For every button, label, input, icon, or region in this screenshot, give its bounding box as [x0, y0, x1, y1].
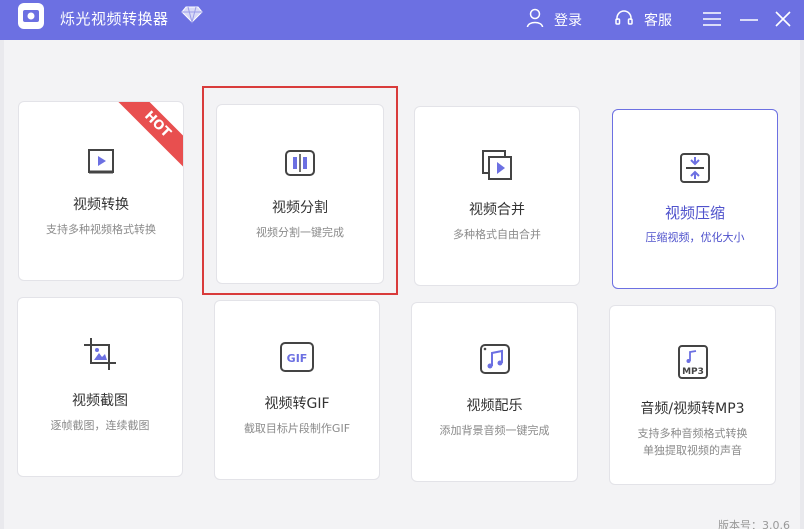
card-subtitle: 支持多种视频格式转换 [46, 223, 156, 236]
card-video-screenshot[interactable]: 视频截图 逐帧截图，连续截图 [17, 297, 183, 477]
minimize-icon[interactable] [739, 10, 759, 32]
crop-image-icon [80, 334, 120, 374]
merge-icon [477, 145, 517, 185]
card-subtitle: 截取目标片段制作GIF [243, 422, 351, 435]
card-subtitle: 多种格式自由合并 [453, 228, 541, 241]
app-logo [18, 3, 44, 29]
selection-highlight [202, 86, 398, 295]
mp3-icon: MP3 [673, 342, 713, 382]
svg-text:MP3: MP3 [682, 367, 704, 377]
service-label: 客服 [644, 13, 672, 29]
card-title: 视频转换 [73, 197, 129, 213]
menu-icon[interactable] [702, 10, 722, 32]
card-title: 视频配乐 [466, 398, 523, 414]
card-to-mp3[interactable]: MP3 音频/视频转MP3 支持多种音频格式转换 单独提取视频的声音 [609, 305, 776, 485]
svg-text:GIF: GIF [287, 352, 308, 365]
diamond-icon[interactable] [180, 4, 204, 28]
card-subtitle: 支持多种音频格式转换 [637, 427, 748, 440]
close-icon[interactable] [774, 10, 792, 32]
music-note-icon [475, 339, 515, 379]
card-subtitle: 压缩视频，优化大小 [645, 231, 745, 244]
card-video-music[interactable]: 视频配乐 添加背景音频一键完成 [411, 302, 578, 482]
login-label: 登录 [554, 13, 582, 29]
card-subtitle-2: 单独提取视频的声音 [643, 444, 742, 457]
app-title: 烁光视频转换器 [60, 10, 169, 28]
card-title: 视频压缩 [664, 204, 725, 222]
card-video-merge[interactable]: 视频合并 多种格式自由合并 [414, 106, 580, 286]
card-title: 视频转GIF [264, 396, 330, 412]
card-title: 视频合并 [469, 202, 525, 218]
version-label: 版本号：3.0.6 [718, 519, 790, 529]
card-video-to-gif[interactable]: GIF 视频转GIF 截取目标片段制作GIF [214, 300, 380, 480]
compress-icon [675, 148, 715, 188]
login-button[interactable]: 登录 [526, 8, 582, 32]
headset-icon [614, 8, 634, 32]
hot-badge: HOT [115, 102, 183, 167]
card-subtitle: 添加背景音频一键完成 [439, 424, 550, 437]
video-play-icon [81, 140, 121, 180]
card-video-compress[interactable]: 视频压缩 压缩视频，优化大小 [612, 109, 778, 289]
card-video-convert[interactable]: HOT 视频转换 支持多种视频格式转换 [18, 101, 184, 281]
card-subtitle: 逐帧截图，连续截图 [50, 419, 150, 432]
card-title: 音频/视频转MP3 [640, 401, 745, 417]
title-bar: 烁光视频转换器 登录 客服 [0, 0, 804, 40]
card-title: 视频截图 [72, 393, 128, 409]
user-icon [526, 8, 544, 32]
customer-service-button[interactable]: 客服 [614, 8, 672, 32]
gif-icon: GIF [277, 337, 317, 377]
